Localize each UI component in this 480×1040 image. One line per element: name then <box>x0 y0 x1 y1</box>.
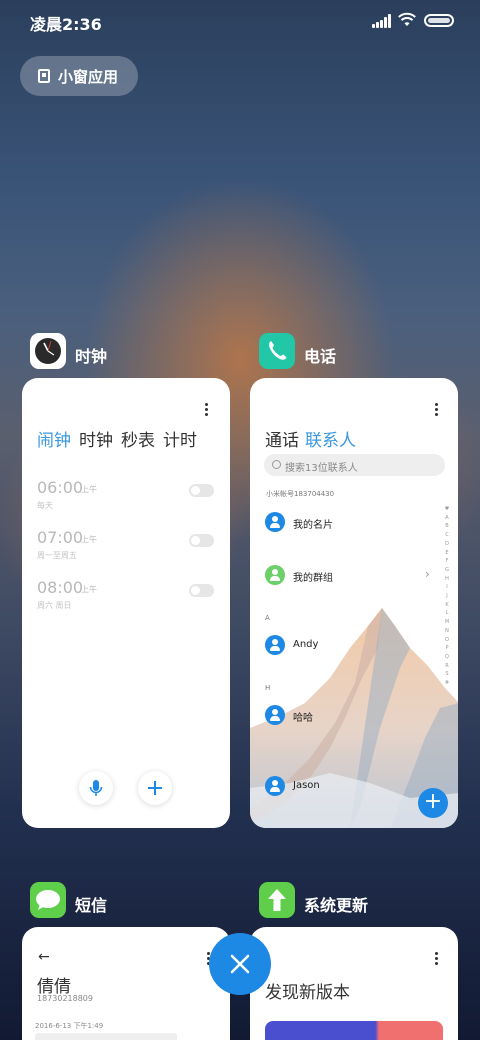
alarm-toggle[interactable] <box>189 484 214 497</box>
tab-calls[interactable]: 通话 <box>265 431 299 451</box>
phone-app-card[interactable]: 通话 联系人 搜索13位联系人 小米帐号183704430 我的名片 我的群组 ›… <box>250 378 458 828</box>
avatar <box>265 705 285 725</box>
alarm-toggle[interactable] <box>189 534 214 547</box>
alarm-time: 06:00 <box>37 478 84 497</box>
my-groups-label: 我的群组 <box>293 573 333 584</box>
conversation-number: 18730218809 <box>37 994 93 1003</box>
message-timestamp: 2016-6-13 下午1:49 <box>35 1022 104 1030</box>
back-arrow-icon[interactable]: ← <box>38 949 50 965</box>
more-options-icon[interactable] <box>435 403 439 417</box>
signal-icon <box>372 14 392 28</box>
more-options-icon[interactable] <box>205 403 209 417</box>
clock-app-header[interactable]: 时钟 <box>30 333 200 371</box>
alphabet-index[interactable]: ♥ A B C D E F G H I J K L M N O P Q R S # <box>443 505 451 688</box>
floating-window-button[interactable]: 小窗应用 <box>20 56 138 96</box>
phone-tabs: 通话 联系人 <box>265 426 356 451</box>
more-options-icon[interactable] <box>435 952 439 966</box>
alarm-ampm: 上午 <box>81 535 97 544</box>
search-icon <box>272 460 281 469</box>
clock-app-label: 时钟 <box>75 347 108 366</box>
messages-app-header[interactable]: 短信 <box>30 882 200 920</box>
microphone-icon <box>89 780 103 796</box>
messages-app-icon <box>30 882 66 918</box>
updater-app-card[interactable]: 发现新版本 <box>250 927 458 1040</box>
account-label[interactable]: 小米帐号183704430 <box>266 489 334 499</box>
clock-app-icon <box>30 333 66 369</box>
floating-window-label: 小窗应用 <box>58 68 119 86</box>
alarm-days: 周六 周日 <box>37 601 72 610</box>
alarm-ampm: 上午 <box>81 485 97 494</box>
floating-window-icon <box>38 69 50 83</box>
alarm-item[interactable]: 08:00 上午 周六 周日 <box>37 578 227 618</box>
avatar <box>265 635 285 655</box>
chevron-right-icon: › <box>425 567 430 581</box>
update-app-icon <box>259 882 295 918</box>
alarm-item[interactable]: 06:00 上午 每天 <box>37 478 227 518</box>
my-groups-row[interactable]: 我的群组 › <box>265 565 435 587</box>
status-time: 凌晨2:36 <box>30 15 102 34</box>
contact-name: Andy <box>293 639 319 650</box>
messages-app-label: 短信 <box>75 896 108 915</box>
plus-icon: + <box>423 789 443 814</box>
contact-name: Jason <box>293 780 320 791</box>
alarm-days: 每天 <box>37 501 53 510</box>
section-letter: H <box>265 684 271 692</box>
wifi-icon <box>398 12 416 26</box>
section-letter: A <box>265 614 270 622</box>
plus-icon <box>148 781 162 795</box>
tab-alarm[interactable]: 闹钟 <box>37 431 71 451</box>
tab-stopwatch[interactable]: 秒表 <box>121 431 155 451</box>
battery-icon <box>424 14 454 27</box>
update-title: 发现新版本 <box>265 983 350 1003</box>
alarm-days: 周一至周五 <box>37 551 77 560</box>
alarm-time: 08:00 <box>37 578 84 597</box>
status-bar: 凌晨2:36 <box>0 0 480 42</box>
avatar <box>265 776 285 796</box>
contacts-search-field[interactable]: 搜索13位联系人 <box>264 454 445 476</box>
clock-app-card[interactable]: 闹钟 时钟 秒表 计时 06:00 上午 每天 07:00 上午 周一至周五 08:0… <box>22 378 230 828</box>
my-card-label: 我的名片 <box>293 520 333 531</box>
clear-all-button[interactable] <box>209 933 271 995</box>
alarm-toggle[interactable] <box>189 584 214 597</box>
search-placeholder: 搜索13位联系人 <box>285 463 358 474</box>
tab-timer[interactable]: 计时 <box>163 431 197 451</box>
group-avatar-icon <box>265 565 285 585</box>
add-alarm-button[interactable] <box>138 771 172 805</box>
add-contact-button[interactable]: + <box>418 788 448 818</box>
phone-app-icon <box>259 333 295 369</box>
avatar <box>265 512 285 532</box>
voice-button[interactable] <box>79 771 113 805</box>
alarm-ampm: 上午 <box>81 585 97 594</box>
alarm-time: 07:00 <box>37 528 84 547</box>
alarm-item[interactable]: 07:00 上午 周一至周五 <box>37 528 227 568</box>
close-icon <box>230 954 250 974</box>
phone-app-label: 电话 <box>304 347 337 366</box>
update-banner-image <box>265 1021 443 1040</box>
messages-app-card[interactable]: ← 倩倩 18730218809 2016-6-13 下午1:49 <box>22 927 230 1040</box>
message-bubble <box>35 1033 177 1040</box>
updater-app-label: 系统更新 <box>304 896 369 915</box>
tab-clock[interactable]: 时钟 <box>79 431 113 451</box>
phone-app-header[interactable]: 电话 <box>259 333 429 371</box>
clock-tabs: 闹钟 时钟 秒表 计时 <box>37 426 205 451</box>
contact-name: 哈哈 <box>293 713 313 724</box>
tab-contacts[interactable]: 联系人 <box>305 431 356 451</box>
updater-app-header[interactable]: 系统更新 <box>259 882 429 920</box>
